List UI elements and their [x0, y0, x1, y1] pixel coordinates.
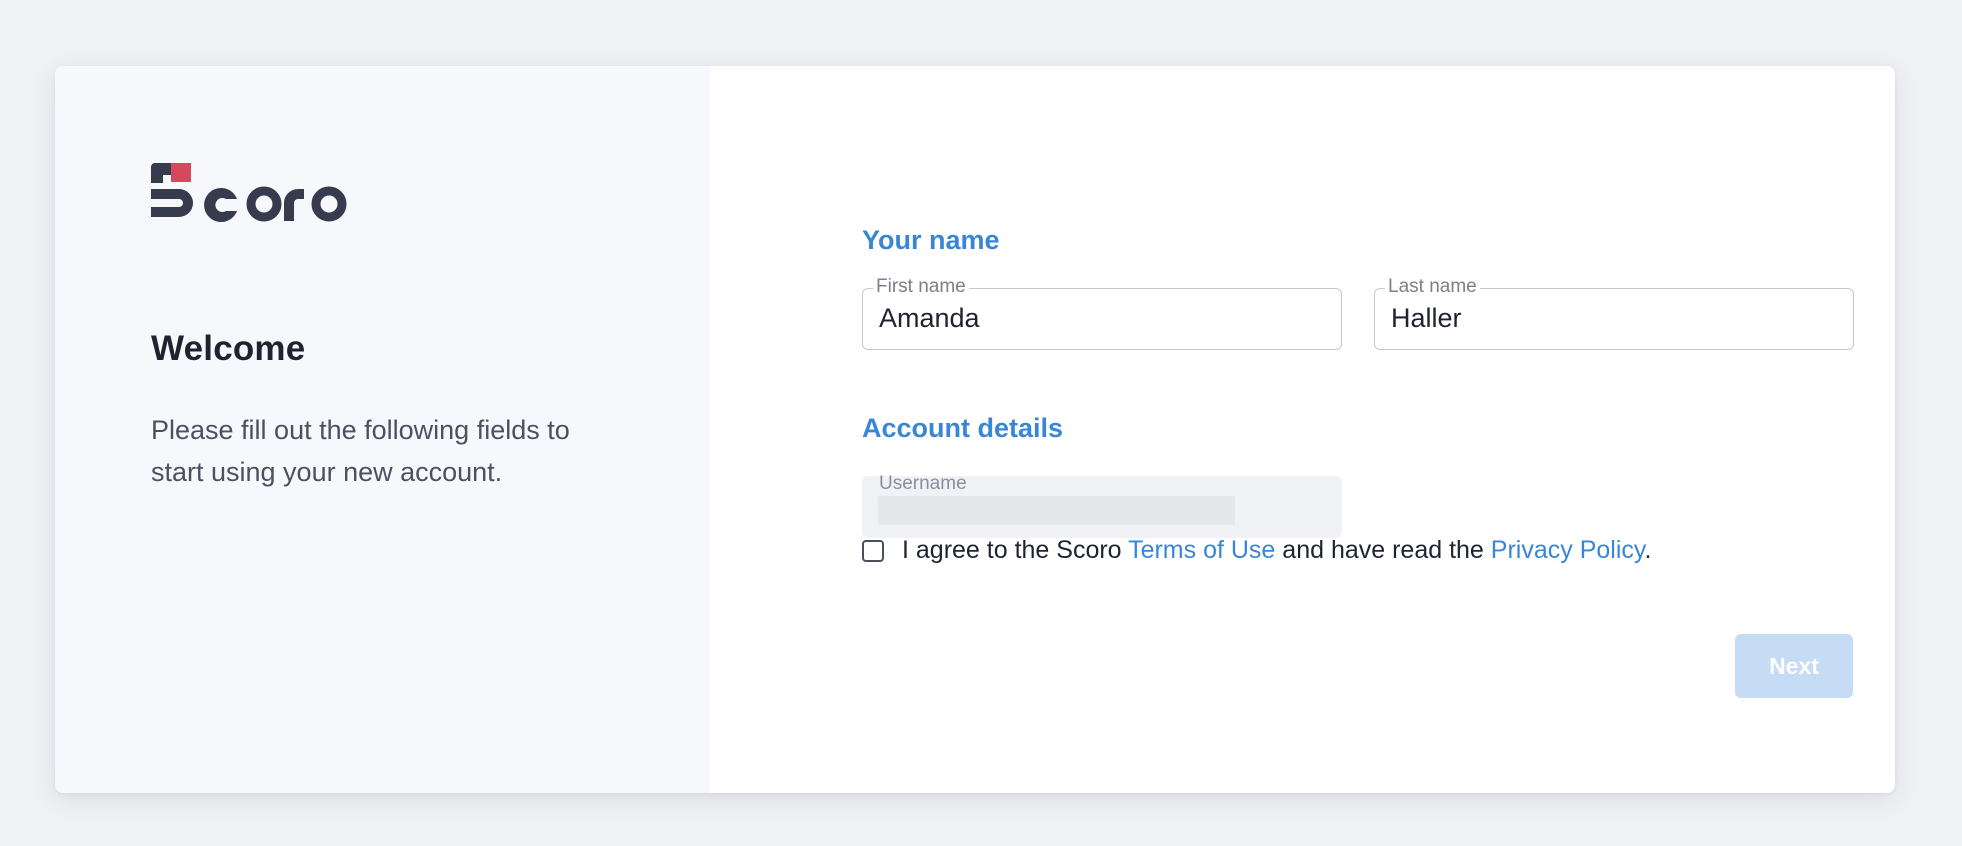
username-field: Username [862, 473, 1342, 538]
last-name-input[interactable] [1391, 303, 1837, 334]
terms-agreement-text: I agree to the Scoro Terms of Use and ha… [902, 536, 1652, 565]
scoro-logo [151, 163, 347, 222]
terms-agreement-row: I agree to the Scoro Terms of Use and ha… [862, 536, 1652, 565]
next-button[interactable]: Next [1735, 634, 1853, 698]
first-name-label: First name [873, 276, 969, 298]
username-loading-placeholder [878, 496, 1235, 525]
form-panel: Your name First name Last name Account d… [710, 66, 1895, 793]
your-name-heading: Your name [862, 225, 1000, 255]
first-name-input[interactable] [879, 303, 1325, 334]
agreement-middle: and have read the [1275, 536, 1491, 564]
agreement-prefix: I agree to the Scoro [902, 536, 1129, 564]
welcome-panel: Welcome Please fill out the following fi… [55, 66, 710, 793]
welcome-description: Please fill out the following fields to … [151, 415, 570, 487]
terms-checkbox[interactable] [862, 539, 884, 562]
terms-of-use-link[interactable]: Terms of Use [1128, 536, 1275, 564]
first-name-field[interactable]: First name [862, 276, 1342, 350]
agreement-suffix: . [1644, 536, 1652, 564]
privacy-policy-link[interactable]: Privacy Policy [1491, 536, 1645, 564]
last-name-field[interactable]: Last name [1374, 276, 1854, 350]
last-name-label: Last name [1385, 276, 1480, 298]
welcome-title: Welcome [151, 329, 306, 368]
signup-card: Welcome Please fill out the following fi… [55, 66, 1895, 793]
username-label: Username [879, 473, 967, 494]
account-details-heading: Account details [862, 413, 1064, 443]
